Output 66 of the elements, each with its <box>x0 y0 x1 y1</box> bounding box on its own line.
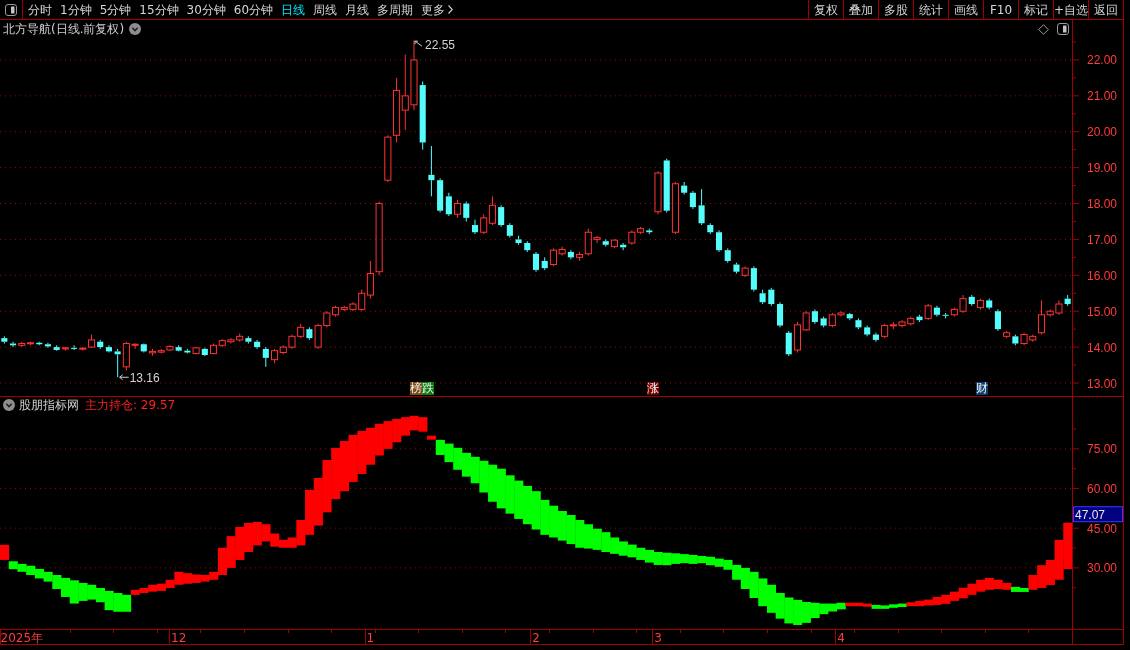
axis-label: 18.00 <box>1087 197 1118 211</box>
date-label: 4 <box>837 631 845 645</box>
dropdown-icon[interactable] <box>3 399 15 411</box>
axis-label: 19.00 <box>1087 161 1118 176</box>
chevron-right-icon <box>448 5 454 14</box>
candle <box>768 287 775 307</box>
event-tag[interactable]: 财 <box>976 382 988 395</box>
period-tab[interactable]: 60分钟 <box>233 3 274 16</box>
candle <box>148 348 157 357</box>
date-label: 12 <box>171 631 187 645</box>
toolbar-button[interactable]: 叠加 <box>843 0 878 19</box>
current-value-label: 47.07 <box>1073 506 1123 523</box>
indicator-legend: 主力持仓: 29.57 <box>85 398 176 412</box>
axis-label: 30.00 <box>1087 561 1118 576</box>
candle <box>1 335 8 344</box>
indicator-name: 股朋指标网 <box>19 398 79 412</box>
candle <box>976 298 985 310</box>
axis-label: 75.00 <box>1087 442 1118 457</box>
event-tag[interactable]: 涨 <box>647 382 659 395</box>
dropdown-icon[interactable] <box>129 23 142 35</box>
toolbar-button[interactable]: 统计 <box>913 0 948 19</box>
period-tab[interactable]: 30分钟 <box>186 3 226 16</box>
axis-label: 22.00 <box>1087 53 1118 68</box>
toolbar-button[interactable]: F10 <box>983 0 1018 19</box>
period-tab[interactable]: 多周期 <box>377 3 414 16</box>
candle <box>698 188 705 226</box>
annotation: 13.16 <box>129 370 161 385</box>
stock-title: 北方导航(日线.前复权) <box>3 22 125 36</box>
toolbar-button[interactable]: 画线 <box>948 0 983 19</box>
axis-label: 16.00 <box>1087 268 1118 283</box>
period-tab[interactable]: 日线 <box>281 3 306 16</box>
period-tab[interactable]: 5分钟 <box>99 3 132 16</box>
period-tab[interactable]: 月线 <box>345 3 370 16</box>
toolbar-button[interactable]: +自选 <box>1053 0 1088 19</box>
candle <box>759 289 766 305</box>
axis-label: 21.00 <box>1087 89 1118 104</box>
event-tag[interactable]: 跌 <box>422 382 434 395</box>
panel-toggle-icon <box>1057 23 1069 35</box>
toolbar-button[interactable]: 标记 <box>1018 0 1053 19</box>
candle <box>855 317 862 330</box>
toolbar-button[interactable]: 复权 <box>808 0 843 19</box>
toolbar-button[interactable]: 返回 <box>1088 0 1123 19</box>
period-tab[interactable]: 15分钟 <box>139 3 179 16</box>
candle <box>777 301 784 328</box>
period-tab[interactable]: 分时 <box>28 3 52 16</box>
more-tab[interactable]: 更多 <box>421 3 454 16</box>
candle <box>428 145 435 197</box>
axis-label: 15.00 <box>1087 304 1118 319</box>
event-tag[interactable]: 榜 <box>410 382 422 395</box>
date-label: 2 <box>532 631 540 645</box>
date-label: 1 <box>366 631 375 645</box>
axis-label: 13.00 <box>1087 376 1118 391</box>
panel-toggle-icon <box>5 3 17 16</box>
date-label: 3 <box>654 631 662 645</box>
candle <box>515 235 522 246</box>
diamond-icon[interactable] <box>1038 23 1049 35</box>
axis-label: 20.00 <box>1087 125 1118 140</box>
date-label: 2025年 <box>0 631 44 645</box>
period-tab[interactable]: 1分钟 <box>60 3 92 16</box>
toolbar-button[interactable]: 多股 <box>878 0 913 19</box>
annotation: 22.55 <box>424 38 456 53</box>
axis-label: 60.00 <box>1087 482 1118 497</box>
axis-label: 14.00 <box>1087 340 1118 355</box>
axis-label: 17.00 <box>1087 232 1118 247</box>
axis-label: 45.00 <box>1087 521 1118 536</box>
period-tab[interactable]: 周线 <box>313 3 338 16</box>
